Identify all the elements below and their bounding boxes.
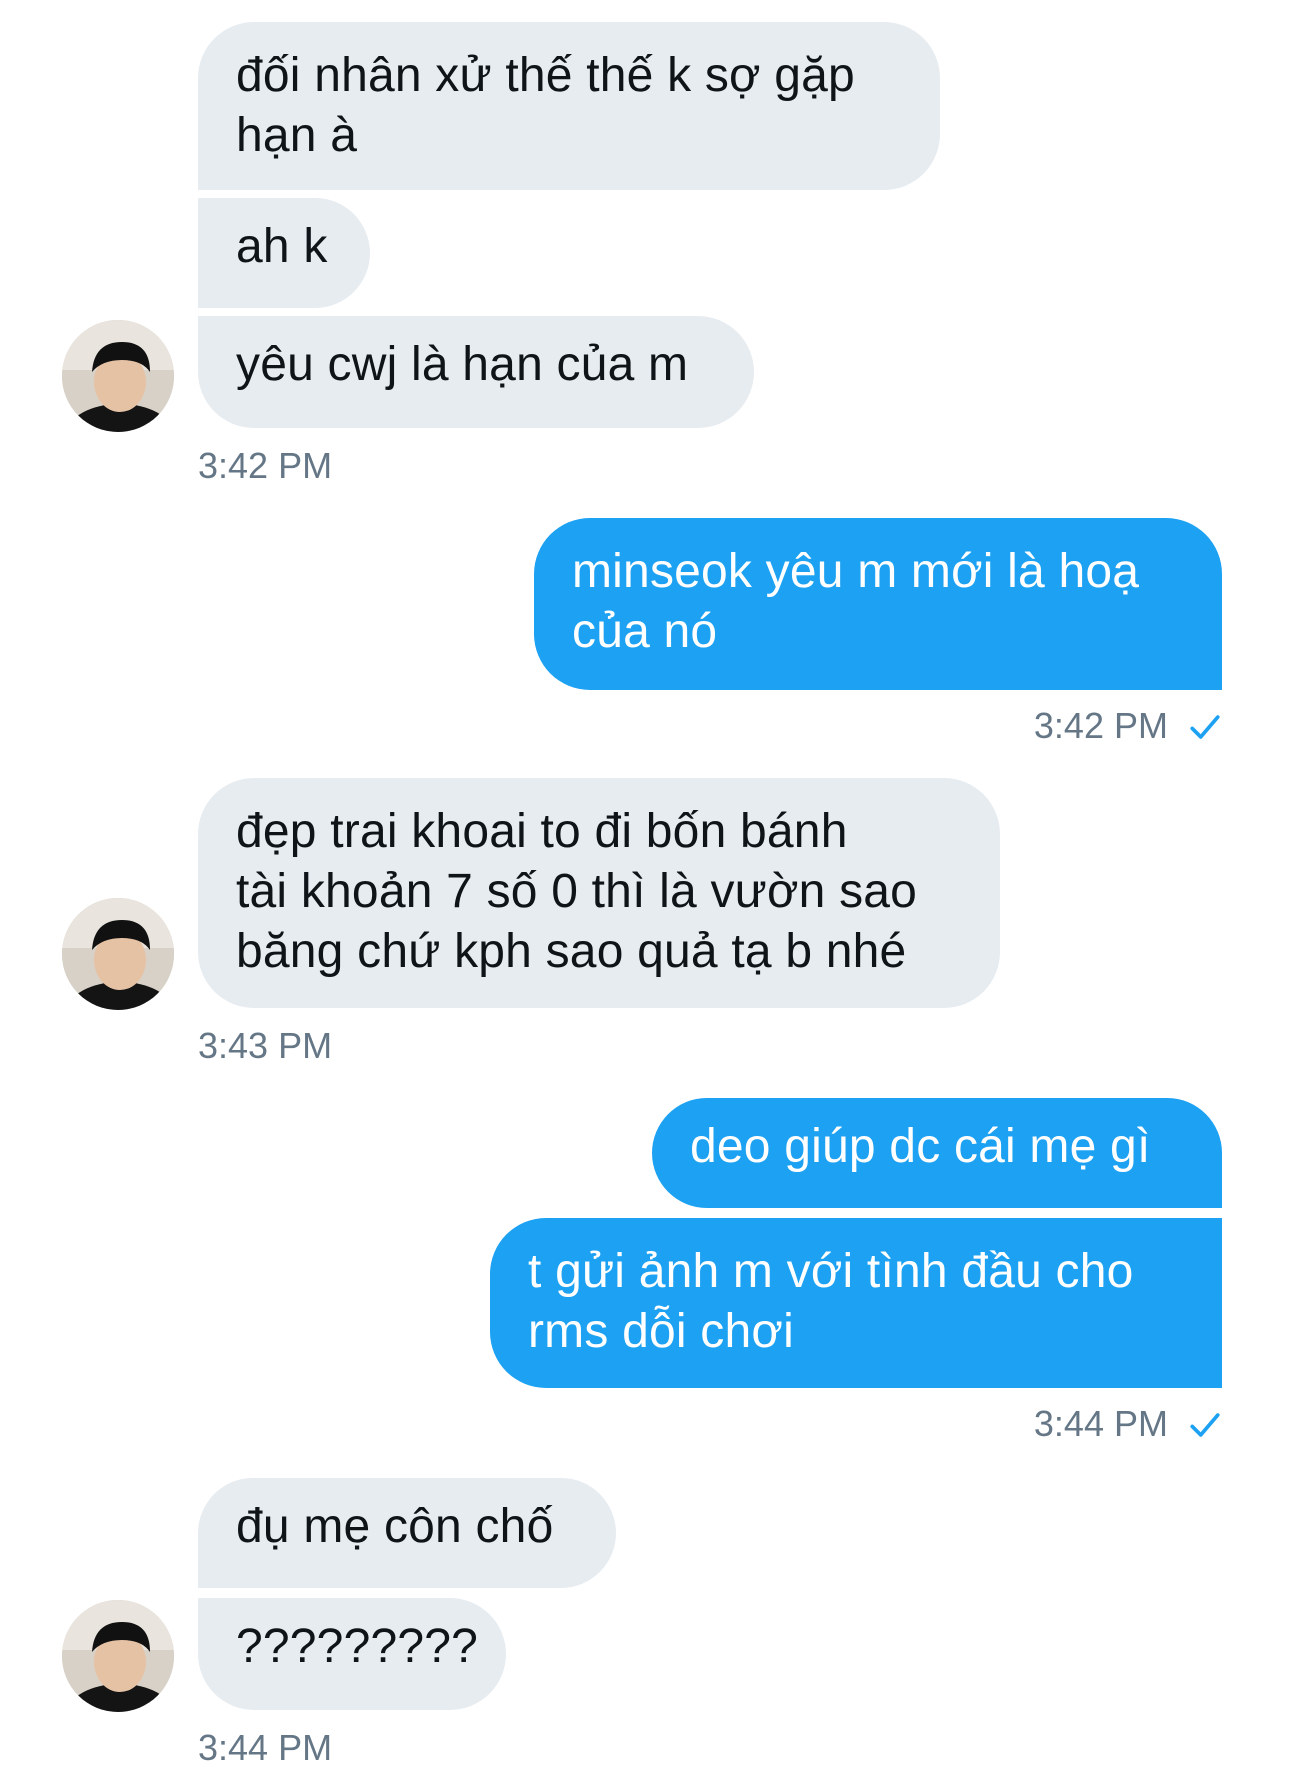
outgoing-message[interactable]: deo giúp dc cái mẹ gì [652, 1098, 1222, 1208]
checkmark-icon [1190, 715, 1220, 739]
message-timestamp: 3:44 PM [198, 1727, 333, 1768]
avatar[interactable] [62, 320, 174, 432]
incoming-message[interactable]: ????????? [198, 1598, 506, 1710]
outgoing-message[interactable]: t gửi ảnh m với tình đầu cho rms dỗi chơ… [490, 1218, 1222, 1388]
checkmark-icon [1190, 1413, 1220, 1437]
incoming-message[interactable]: đụ mẹ côn chố [198, 1478, 616, 1588]
message-timestamp: 3:43 PM [198, 1025, 333, 1066]
message-timestamp: 3:42 PM [198, 445, 333, 486]
message-timestamp: 3:44 PM [1034, 1404, 1222, 1444]
incoming-message[interactable]: đối nhân xử thế thế k sợ gặp hạn à [198, 22, 940, 190]
incoming-message[interactable]: ah k [198, 198, 370, 308]
message-timestamp: 3:42 PM [1034, 706, 1222, 746]
outgoing-message[interactable]: minseok yêu m mới là hoạ của nó [534, 518, 1222, 690]
avatar[interactable] [62, 1600, 174, 1712]
incoming-message[interactable]: yêu cwj là hạn của m [198, 316, 754, 428]
avatar[interactable] [62, 898, 174, 1010]
incoming-message[interactable]: đẹp trai khoai to đi bốn bánh tài khoản … [198, 778, 1000, 1008]
